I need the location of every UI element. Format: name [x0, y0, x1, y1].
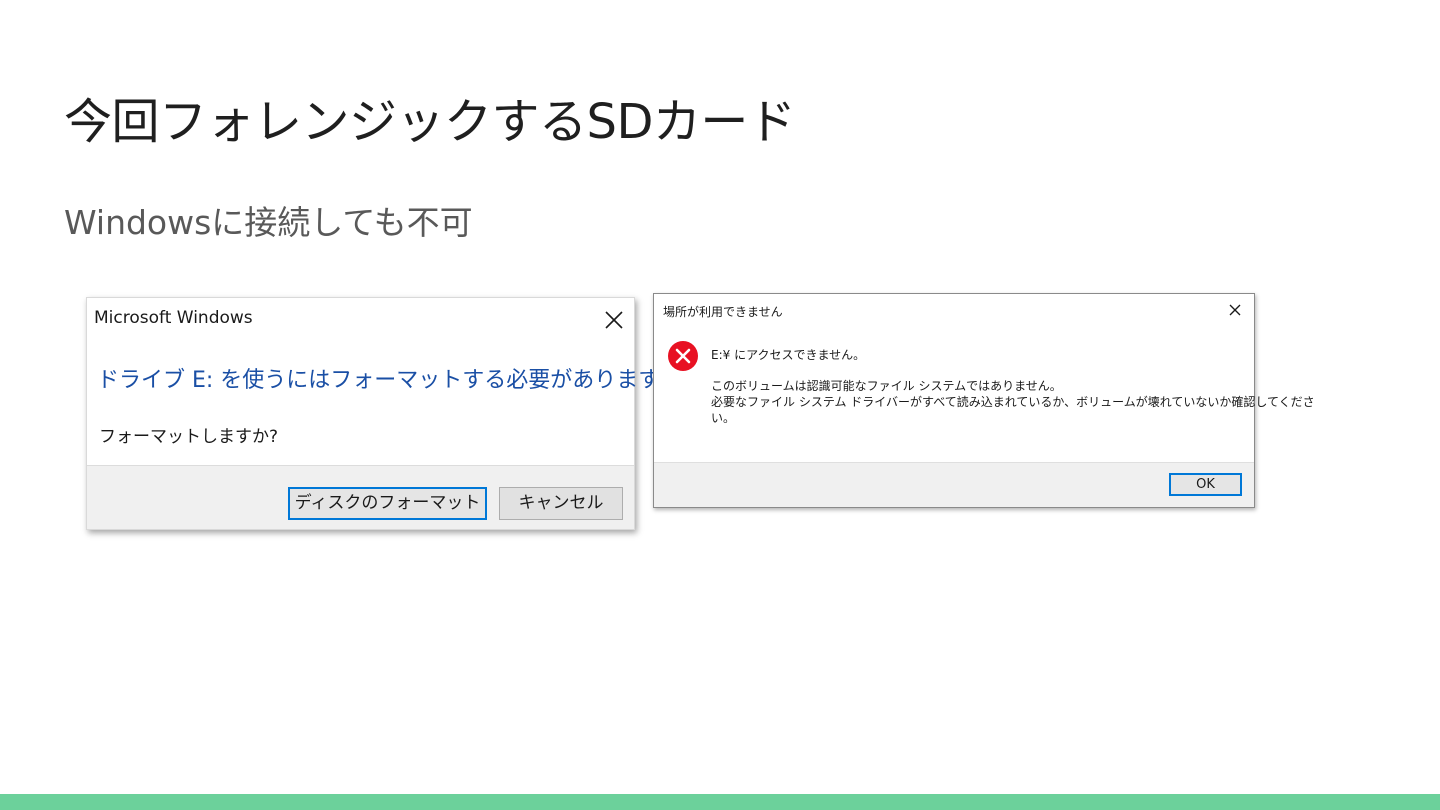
- dialog-footer: ディスクのフォーマット キャンセル: [87, 465, 634, 529]
- error-message: E:¥ にアクセスできません。: [711, 348, 866, 362]
- error-detail-line: 必要なファイル システム ドライバーがすべて読み込まれているか、ボリュームが壊れ…: [711, 395, 1315, 409]
- location-unavailable-dialog: 場所が利用できません E:¥ にアクセスできません。 このボリュームは認識可能な…: [653, 293, 1315, 508]
- dialog-instruction: ドライブ E: を使うにはフォーマットする必要があります。: [97, 368, 681, 393]
- error-detail: このボリュームは認識可能なファイル システムではありません。 必要なファイル シ…: [711, 378, 1315, 426]
- dialog-footer: OK: [654, 462, 1254, 507]
- format-disk-button[interactable]: ディスクのフォーマット: [288, 487, 487, 520]
- error-detail-line: このボリュームは認識可能なファイル システムではありません。: [711, 379, 1062, 393]
- dialog-title: Microsoft Windows: [94, 308, 253, 328]
- slide-title: 今回フォレンジックするSDカード: [64, 94, 796, 150]
- format-dialog: Microsoft Windows ドライブ E: を使うにはフォーマットする必…: [86, 297, 680, 530]
- cancel-button[interactable]: キャンセル: [499, 487, 623, 520]
- dialog-title: 場所が利用できません: [663, 305, 783, 319]
- error-detail-line: い。: [711, 411, 736, 425]
- close-icon[interactable]: [1226, 302, 1244, 318]
- slide-subtitle: Windowsに接続しても不可: [64, 203, 473, 242]
- accent-bar: [0, 794, 1440, 810]
- close-icon[interactable]: [600, 307, 628, 333]
- ok-button[interactable]: OK: [1169, 473, 1242, 496]
- dialog-question: フォーマットしますか?: [99, 427, 279, 447]
- error-icon: [667, 340, 699, 372]
